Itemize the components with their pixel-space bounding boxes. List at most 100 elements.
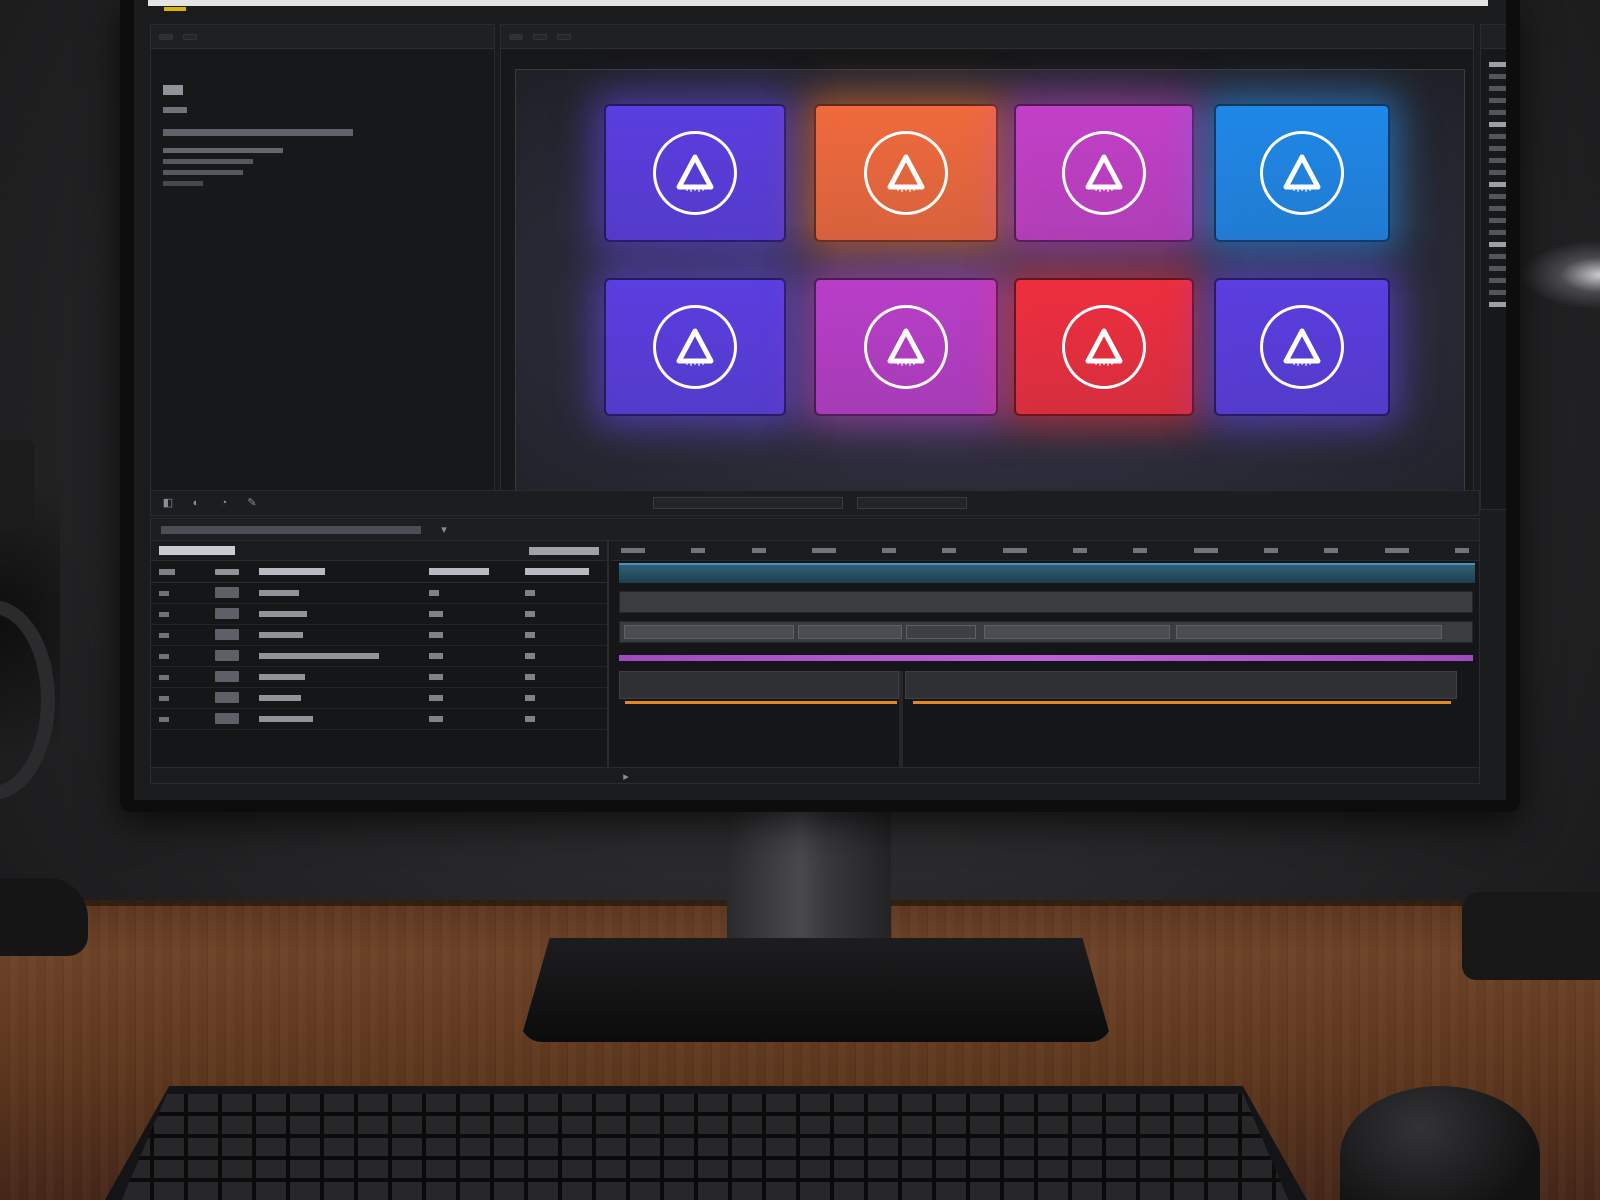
- project-item[interactable]: [163, 181, 203, 186]
- viewer-tile[interactable]: [1214, 278, 1390, 416]
- project-item[interactable]: [163, 170, 243, 175]
- viewer-tile[interactable]: [1014, 104, 1194, 242]
- layer-parent[interactable]: [525, 672, 605, 682]
- layer-parent[interactable]: [525, 714, 605, 724]
- viewer-tile[interactable]: [814, 278, 998, 416]
- property-row[interactable]: [1489, 170, 1506, 175]
- layer-name[interactable]: [259, 693, 429, 703]
- property-row[interactable]: [1489, 218, 1506, 223]
- clip[interactable]: [1176, 625, 1442, 639]
- track[interactable]: [619, 621, 1473, 643]
- viewer-tab[interactable]: [557, 33, 571, 40]
- property-row[interactable]: [1489, 182, 1506, 187]
- selection-tool-icon[interactable]: ◧: [161, 496, 175, 510]
- marker-icon[interactable]: ▸: [619, 770, 633, 784]
- triangle-logo-icon: [1260, 131, 1344, 215]
- layer-mode[interactable]: [429, 693, 525, 703]
- toolbar-field[interactable]: [857, 497, 967, 509]
- layer-row[interactable]: [151, 625, 607, 646]
- property-row[interactable]: [1489, 110, 1506, 115]
- layer-thumbnail: [215, 712, 259, 726]
- track[interactable]: [619, 591, 1473, 613]
- layer-row[interactable]: [151, 709, 607, 730]
- viewer-tile[interactable]: [604, 104, 786, 242]
- work-area-bar[interactable]: [619, 563, 1475, 583]
- layer-parent[interactable]: [525, 693, 605, 703]
- timecode-bar[interactable]: [529, 546, 599, 555]
- project-panel-tab[interactable]: [159, 33, 173, 40]
- layer-name[interactable]: [259, 714, 429, 724]
- property-row[interactable]: [1489, 194, 1506, 199]
- viewer-canvas[interactable]: [515, 69, 1465, 491]
- layer-name[interactable]: [259, 672, 429, 682]
- property-row[interactable]: [1489, 86, 1506, 91]
- track-purple[interactable]: [619, 655, 1473, 661]
- property-row[interactable]: [1489, 74, 1506, 79]
- property-row[interactable]: [1489, 302, 1506, 307]
- layer-mode[interactable]: [429, 588, 525, 598]
- layer-mode[interactable]: [429, 714, 525, 724]
- property-row[interactable]: [1489, 122, 1506, 127]
- viewer-tab[interactable]: [509, 33, 523, 40]
- timeline-panel: ▾ ▸: [150, 518, 1480, 784]
- track-orange[interactable]: [625, 701, 897, 704]
- property-row[interactable]: [1489, 254, 1506, 259]
- layer-mode[interactable]: [429, 609, 525, 619]
- viewer-tab[interactable]: [533, 33, 547, 40]
- layer-row[interactable]: [151, 583, 607, 604]
- project-item[interactable]: [163, 85, 183, 95]
- property-row[interactable]: [1489, 266, 1506, 271]
- column-thumb: [215, 567, 259, 577]
- layer-thumbnail: [215, 586, 259, 600]
- project-item[interactable]: [163, 159, 253, 164]
- layer-row[interactable]: [151, 646, 607, 667]
- property-row[interactable]: [1489, 146, 1506, 151]
- layer-parent[interactable]: [525, 588, 605, 598]
- layer-row[interactable]: [151, 604, 607, 625]
- property-row[interactable]: [1489, 62, 1506, 67]
- project-item[interactable]: [163, 148, 283, 153]
- layer-thumbnail: [215, 649, 259, 663]
- property-row[interactable]: [1489, 230, 1506, 235]
- clip[interactable]: [798, 625, 902, 639]
- property-row[interactable]: [1489, 290, 1506, 295]
- viewer-tile[interactable]: [1014, 278, 1194, 416]
- layer-mode[interactable]: [429, 651, 525, 661]
- track[interactable]: [619, 671, 899, 699]
- property-row[interactable]: [1489, 98, 1506, 103]
- viewer-tile[interactable]: [814, 104, 998, 242]
- layer-name[interactable]: [259, 609, 429, 619]
- zoom-tool-icon[interactable]: ◔: [217, 496, 231, 510]
- layer-parent[interactable]: [525, 630, 605, 640]
- clip[interactable]: [906, 625, 976, 639]
- layer-name[interactable]: [259, 588, 429, 598]
- layer-row[interactable]: [151, 688, 607, 709]
- property-row[interactable]: [1489, 158, 1506, 163]
- timeline-tab[interactable]: [161, 525, 421, 534]
- viewer-tile[interactable]: [604, 278, 786, 416]
- property-row[interactable]: [1489, 206, 1506, 211]
- viewer-tile[interactable]: [1214, 104, 1390, 242]
- clip[interactable]: [984, 625, 1170, 639]
- track-orange[interactable]: [913, 701, 1451, 704]
- property-row[interactable]: [1489, 278, 1506, 283]
- toolbar-field[interactable]: [653, 497, 843, 509]
- layer-name[interactable]: [259, 651, 429, 661]
- property-row[interactable]: [1489, 242, 1506, 247]
- effects-panel-tab[interactable]: [183, 33, 197, 40]
- playhead-icon[interactable]: ▾: [437, 523, 451, 537]
- timeline-toolbar: ◧ ◐ ◔ ✎: [150, 490, 1480, 516]
- property-row[interactable]: [1489, 134, 1506, 139]
- hand-tool-icon[interactable]: ◐: [189, 496, 203, 510]
- layer-parent[interactable]: [525, 651, 605, 661]
- project-item[interactable]: [163, 107, 187, 113]
- layer-name[interactable]: [259, 630, 429, 640]
- layer-mode[interactable]: [429, 672, 525, 682]
- track[interactable]: [905, 671, 1457, 699]
- pen-tool-icon[interactable]: ✎: [245, 496, 259, 510]
- time-ruler[interactable]: [611, 541, 1479, 561]
- layer-row[interactable]: [151, 667, 607, 688]
- clip[interactable]: [624, 625, 794, 639]
- layer-mode[interactable]: [429, 630, 525, 640]
- layer-parent[interactable]: [525, 609, 605, 619]
